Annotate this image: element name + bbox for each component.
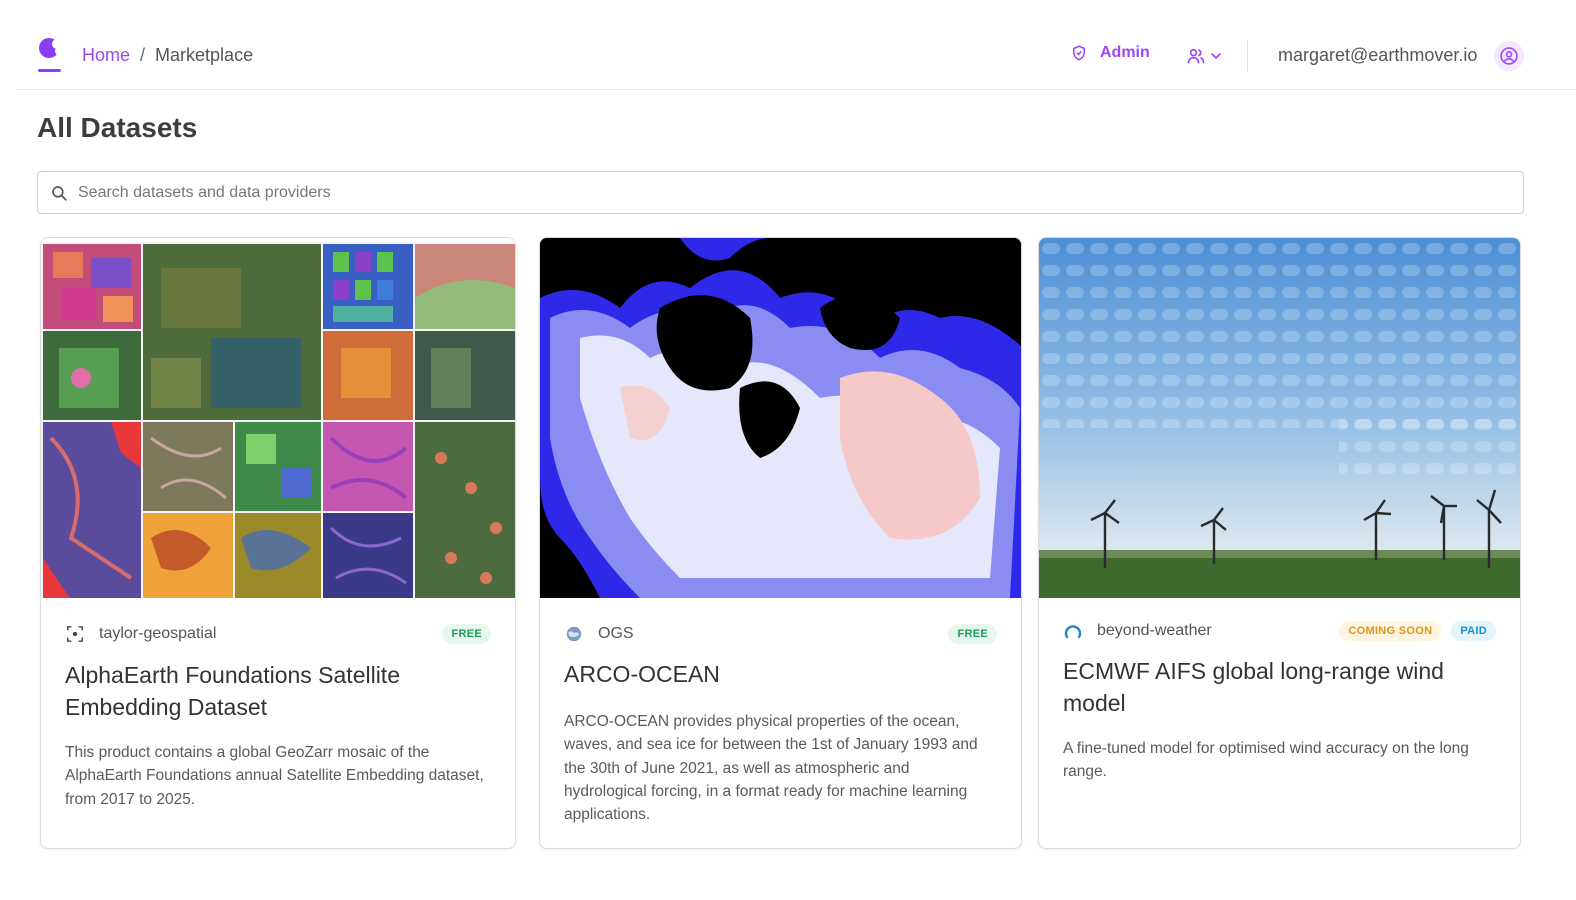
breadcrumb-current: Marketplace: [155, 45, 254, 65]
free-badge: FREE: [948, 624, 997, 644]
paid-badge: PAID: [1451, 621, 1496, 641]
dataset-title: ECMWF AIFS global long-range wind model: [1063, 658, 1444, 716]
breadcrumb-separator: /: [140, 45, 146, 65]
search-input[interactable]: [78, 172, 1508, 213]
breadcrumb: Home / Marketplace: [82, 45, 253, 66]
dataset-card[interactable]: taylor-geospatial FREE AlphaEarth Founda…: [40, 237, 516, 849]
page-title: All Datasets: [37, 112, 198, 143]
header-divider: [1247, 40, 1248, 72]
breadcrumb-home-link[interactable]: Home: [82, 45, 130, 66]
avatar[interactable]: [1494, 41, 1524, 71]
team-switcher-button[interactable]: [1186, 46, 1224, 66]
dataset-description: This product contains a global GeoZarr m…: [65, 744, 484, 808]
dataset-title: AlphaEarth Foundations Satellite Embeddi…: [65, 662, 400, 720]
dataset-description: ARCO-OCEAN provides physical properties …: [564, 713, 978, 824]
dataset-thumbnail-image: [540, 238, 1021, 598]
user-email: margaret@earthmover.io: [1278, 45, 1478, 65]
users-icon: [1187, 48, 1205, 64]
free-badge: FREE: [442, 624, 491, 644]
user-circle-icon: [1500, 47, 1518, 65]
provider-logo-icon: [1063, 621, 1083, 641]
provider-row: taylor-geospatial FREE: [65, 622, 491, 646]
provider-logo-icon: [65, 624, 85, 644]
chevron-down-icon: [1211, 53, 1221, 59]
provider-name: beyond-weather: [1097, 622, 1212, 639]
provider-name: taylor-geospatial: [99, 625, 217, 642]
dataset-description: A fine-tuned model for optimised wind ac…: [1063, 740, 1469, 781]
admin-label: Admin: [1100, 44, 1150, 61]
dataset-title: ARCO-OCEAN: [564, 661, 720, 687]
dataset-thumbnail-image: [41, 238, 515, 598]
top-bar: Home / Marketplace Admin margaret@earthm…: [16, 0, 1576, 90]
search-bar: [37, 171, 1524, 214]
shield-icon: [1073, 45, 1085, 61]
coming-soon-badge: COMING SOON: [1339, 621, 1442, 641]
globe-icon: [564, 624, 584, 644]
admin-button[interactable]: Admin: [1070, 44, 1150, 62]
dataset-card[interactable]: OGS FREE ARCO-OCEAN ARCO-OCEAN provides …: [539, 237, 1022, 849]
search-icon: [52, 186, 67, 201]
provider-row: beyond-weather COMING SOON PAID: [1063, 619, 1496, 643]
provider-name: OGS: [598, 625, 634, 642]
dataset-card[interactable]: beyond-weather COMING SOON PAID ECMWF AI…: [1038, 237, 1521, 849]
dataset-thumbnail-image: [1039, 238, 1520, 598]
provider-row: OGS FREE: [564, 622, 997, 646]
logo-underline: [38, 69, 61, 72]
